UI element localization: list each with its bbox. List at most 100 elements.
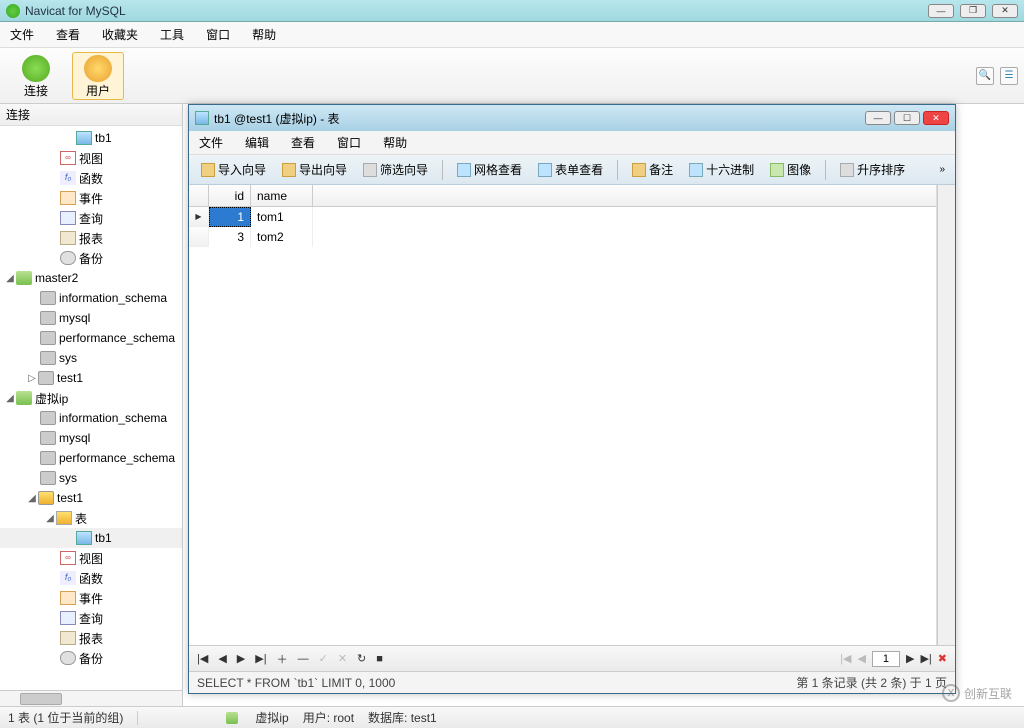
export-wizard-button[interactable]: 导出向导 (276, 158, 353, 181)
menu-favorites[interactable]: 收藏夹 (102, 26, 138, 43)
main-titlebar: Navicat for MySQL — ❐ ✕ (0, 0, 1024, 22)
inner-menu-edit[interactable]: 编辑 (245, 134, 269, 151)
close-button[interactable]: ✕ (992, 4, 1018, 18)
menu-window[interactable]: 窗口 (206, 26, 230, 43)
tree-db-perf-schema-v[interactable]: performance_schema (0, 448, 182, 468)
table-row[interactable]: 3 tom2 (189, 227, 936, 247)
sidebar-scrollbar[interactable] (0, 690, 182, 706)
filter-wizard-button[interactable]: 筛选向导 (357, 158, 434, 181)
note-icon (632, 163, 646, 177)
import-wizard-button[interactable]: 导入向导 (195, 158, 272, 181)
user-button[interactable]: 用户 (72, 52, 124, 100)
list-view-icon[interactable]: ☰ (1000, 67, 1018, 85)
expand-arrow-icon[interactable]: ◢ (44, 513, 56, 524)
last-page-button[interactable]: ▶| (920, 652, 931, 665)
tree-db-info-schema-v[interactable]: information_schema (0, 408, 182, 428)
toolbar-expand-button[interactable]: » (935, 162, 949, 177)
form-view-button[interactable]: 表单查看 (532, 158, 609, 181)
tree-db-info-schema[interactable]: information_schema (0, 288, 182, 308)
tree-db-mysql[interactable]: mysql (0, 308, 182, 328)
tree-item-backups-v[interactable]: 备份 (0, 648, 182, 668)
inner-minimize-button[interactable]: — (865, 111, 891, 125)
last-record-button[interactable]: ▶| (255, 652, 266, 665)
tree-item-reports-v[interactable]: 报表 (0, 628, 182, 648)
tree-item-backups[interactable]: 备份 (0, 248, 182, 268)
menu-tools[interactable]: 工具 (160, 26, 184, 43)
tree-item-views-v[interactable]: ∞视图 (0, 548, 182, 568)
app-logo-icon (6, 4, 20, 18)
hex-button[interactable]: 十六进制 (683, 158, 760, 181)
record-nav-bar: |◀ ◀ ▶ ▶| ＋ — ✓ ✕ ↻ ■ |◀ ◀ ▶ ▶| (189, 645, 955, 671)
settings-button[interactable]: ✖ (938, 652, 947, 665)
table-icon (76, 531, 92, 545)
stop-button[interactable]: ■ (376, 653, 383, 665)
add-record-button[interactable]: ＋ (277, 651, 288, 667)
inner-titlebar[interactable]: tb1 @test1 (虚拟ip) - 表 — ☐ ✕ (189, 105, 955, 131)
restore-button[interactable]: ❐ (960, 4, 986, 18)
hex-icon (689, 163, 703, 177)
tree-item-views[interactable]: ∞视图 (0, 148, 182, 168)
tree-item-events-v[interactable]: 事件 (0, 588, 182, 608)
tree-db-sys-v[interactable]: sys (0, 468, 182, 488)
connect-icon (22, 55, 50, 82)
inner-maximize-button[interactable]: ☐ (894, 111, 920, 125)
page-input[interactable] (872, 651, 900, 667)
delete-record-button[interactable]: — (298, 653, 309, 665)
menu-view[interactable]: 查看 (56, 26, 80, 43)
cell-id[interactable]: 1 (209, 207, 251, 227)
grid-scrollbar[interactable] (937, 185, 955, 645)
expand-arrow-icon[interactable]: ◢ (4, 393, 16, 404)
col-id[interactable]: id (209, 185, 251, 206)
tree-db-test1-v[interactable]: ◢test1 (0, 488, 182, 508)
prev-page-button[interactable]: ◀ (858, 652, 866, 665)
note-button[interactable]: 备注 (626, 158, 679, 181)
image-button[interactable]: 图像 (764, 158, 817, 181)
expand-arrow-icon[interactable]: ◢ (26, 493, 38, 504)
col-name[interactable]: name (251, 185, 313, 206)
refresh-button[interactable]: ↻ (357, 652, 366, 665)
server-icon (226, 712, 238, 724)
inner-menu-help[interactable]: 帮助 (383, 134, 407, 151)
next-page-button[interactable]: ▶ (906, 652, 914, 665)
tree-db-test1-m2[interactable]: ▷test1 (0, 368, 182, 388)
connection-tree[interactable]: tb1 ∞视图 f₀函数 事件 查询 报表 备份 ◢master2 inform… (0, 126, 182, 690)
tree-item-tb1-selected[interactable]: tb1 (0, 528, 182, 548)
first-record-button[interactable]: |◀ (197, 652, 208, 665)
tree-item-reports[interactable]: 报表 (0, 228, 182, 248)
prev-record-button[interactable]: ◀ (218, 652, 226, 665)
cell-name[interactable]: tom2 (251, 227, 313, 247)
tree-db-sys[interactable]: sys (0, 348, 182, 368)
inner-menu-file[interactable]: 文件 (199, 134, 223, 151)
tree-item-tb1[interactable]: tb1 (0, 128, 182, 148)
cancel-button[interactable]: ✕ (338, 652, 347, 665)
tree-tables-folder[interactable]: ◢表 (0, 508, 182, 528)
menu-file[interactable]: 文件 (10, 26, 34, 43)
cell-name[interactable]: tom1 (251, 207, 313, 227)
inner-close-button[interactable]: ✕ (923, 111, 949, 125)
tree-item-functions-v[interactable]: f₀函数 (0, 568, 182, 588)
tree-db-mysql-v[interactable]: mysql (0, 428, 182, 448)
table-row[interactable]: 1 tom1 (189, 207, 936, 227)
search-icon[interactable]: 🔍 (976, 67, 994, 85)
expand-arrow-icon[interactable]: ▷ (26, 373, 38, 384)
data-grid[interactable]: id name 1 tom1 3 tom2 (189, 185, 937, 645)
tree-server-virtualip[interactable]: ◢虚拟ip (0, 388, 182, 408)
tree-item-events[interactable]: 事件 (0, 188, 182, 208)
tree-server-master2[interactable]: ◢master2 (0, 268, 182, 288)
expand-arrow-icon[interactable]: ◢ (4, 273, 16, 284)
connect-button[interactable]: 连接 (10, 52, 62, 100)
tree-item-queries[interactable]: 查询 (0, 208, 182, 228)
menu-help[interactable]: 帮助 (252, 26, 276, 43)
inner-menu-view[interactable]: 查看 (291, 134, 315, 151)
first-page-button[interactable]: |◀ (840, 652, 851, 665)
tree-db-perf-schema[interactable]: performance_schema (0, 328, 182, 348)
tree-item-queries-v[interactable]: 查询 (0, 608, 182, 628)
next-record-button[interactable]: ▶ (237, 652, 245, 665)
inner-menu-window[interactable]: 窗口 (337, 134, 361, 151)
tree-item-functions[interactable]: f₀函数 (0, 168, 182, 188)
grid-view-button[interactable]: 网格查看 (451, 158, 528, 181)
cell-id[interactable]: 3 (209, 227, 251, 247)
apply-button[interactable]: ✓ (319, 652, 328, 665)
sort-asc-button[interactable]: 升序排序 (834, 158, 911, 181)
minimize-button[interactable]: — (928, 4, 954, 18)
